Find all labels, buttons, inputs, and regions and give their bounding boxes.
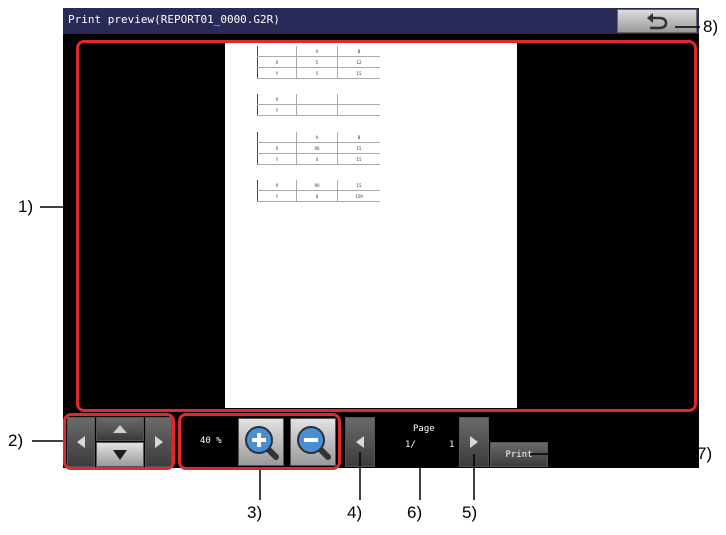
callout-5: 5)	[462, 503, 478, 522]
callout-lines	[32, 26, 700, 500]
callout-1: 1)	[18, 197, 34, 216]
callout-6: 6)	[407, 503, 423, 522]
callout-8: 8)	[703, 17, 719, 36]
callout-4: 4)	[347, 503, 363, 522]
callout-7: 7)	[697, 444, 713, 463]
callout-2: 2)	[8, 431, 24, 450]
callout-3: 3)	[247, 503, 263, 522]
